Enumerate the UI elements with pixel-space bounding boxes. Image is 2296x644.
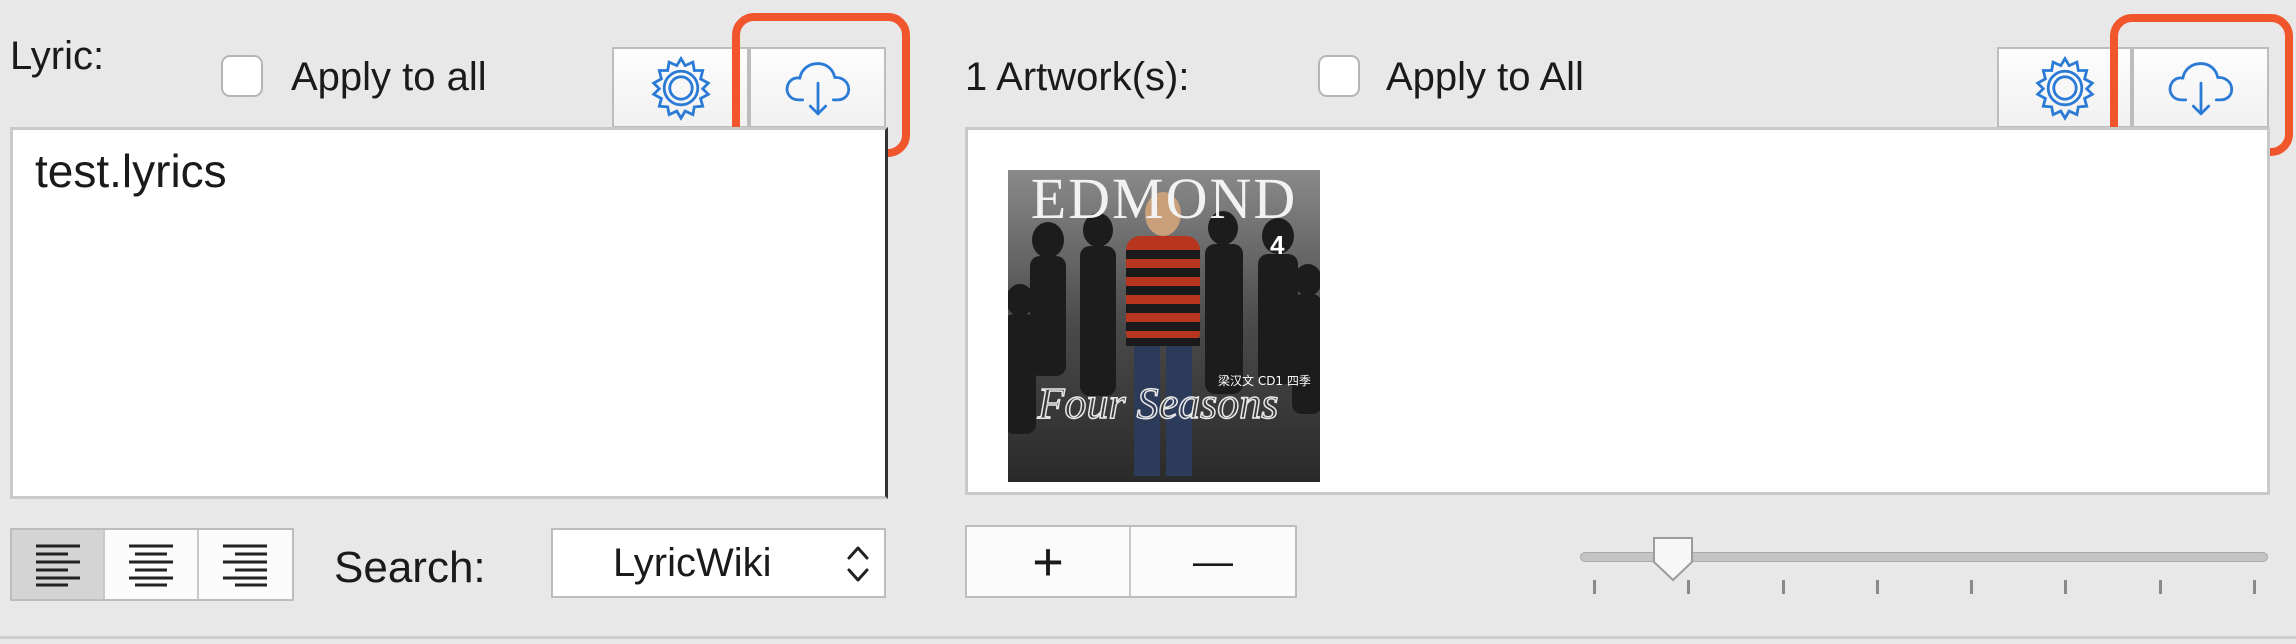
remove-artwork-label: — [1193,539,1233,584]
add-artwork-button[interactable]: + [967,527,1131,596]
gear-icon [650,55,711,121]
align-left-icon [35,544,80,586]
album-artwork-thumbnail[interactable]: EDMOND 4 梁汉文 CD1 四季 Four Seasons [1008,170,1320,482]
slider-tick [1781,580,1785,594]
slider-tick [2064,580,2068,594]
artwork-count-label: 1 Artwork(s): [965,55,1190,99]
add-artwork-label: + [1032,531,1064,592]
lyric-apply-all-label[interactable]: Apply to all [291,57,487,97]
striped-shirt [1126,236,1200,346]
lyric-settings-button[interactable] [612,47,749,128]
artwork-size-slider[interactable] [1580,537,2268,600]
search-source-value: LyricWiki [613,540,772,585]
slider-tick [2253,580,2256,594]
slider-tick [1593,580,1596,594]
slider-tick [1970,580,1974,594]
align-right-button[interactable] [199,530,292,599]
slider-tick [1875,580,1879,594]
lyric-label: Lyric: [10,34,105,78]
slider-tick [2158,580,2162,594]
lyric-text-area[interactable]: test.lyrics [10,127,888,499]
remove-artwork-button[interactable]: — [1131,527,1295,596]
bottom-separator [0,636,2296,639]
align-left-button[interactable] [12,530,106,599]
align-center-icon [129,544,174,586]
align-right-icon [223,544,268,586]
lyric-alignment-control[interactable] [10,528,294,601]
slider-thumb[interactable] [1650,534,1696,582]
align-center-button[interactable] [105,530,199,599]
album-cover-image: EDMOND 4 梁汉文 CD1 四季 Four Seasons [1008,170,1320,482]
lyric-apply-all-checkbox[interactable] [221,55,263,97]
artwork-apply-all-label[interactable]: Apply to All [1386,57,1584,97]
search-source-popup[interactable]: LyricWiki [551,528,886,598]
gear-icon [2034,55,2095,121]
chevron-up-down-icon [847,546,869,582]
album-title-text: EDMOND [1031,170,1298,231]
album-subtitle-text: Four Seasons [1037,379,1279,428]
artwork-panel[interactable]: EDMOND 4 梁汉文 CD1 四季 Four Seasons [965,127,2270,495]
lyric-text-content: test.lyrics [35,145,227,197]
artwork-apply-all-checkbox[interactable] [1318,55,1360,97]
album-number-text: 4 [1270,230,1285,260]
artwork-add-remove-control[interactable]: + — [965,525,1297,598]
search-label: Search: [334,543,486,592]
